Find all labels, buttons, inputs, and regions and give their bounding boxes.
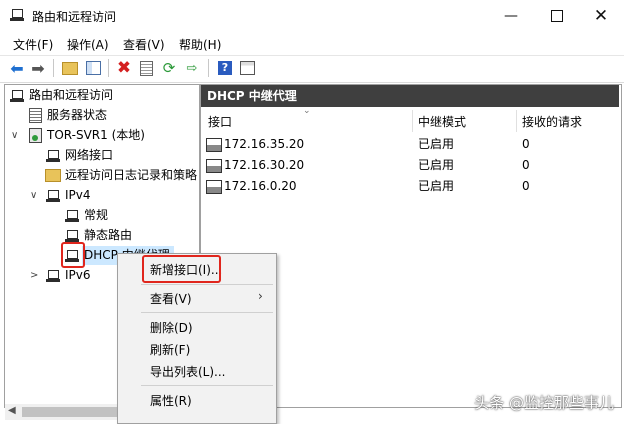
cell-requests: 0 bbox=[522, 137, 530, 151]
tree-item-label: IPv6 bbox=[65, 268, 91, 282]
cell-mode: 已启用 bbox=[418, 137, 455, 151]
expand-chevron-icon[interactable]: > bbox=[30, 270, 38, 281]
menu-separator bbox=[141, 312, 273, 313]
network-protocol-icon bbox=[45, 187, 61, 203]
scroll-left-icon[interactable]: ◀ bbox=[8, 405, 16, 416]
tree-item-label: 静态路由 bbox=[84, 228, 133, 242]
tree-item-ipv6[interactable]: IPv6 bbox=[45, 265, 91, 285]
properties-icon[interactable] bbox=[137, 59, 155, 77]
menu-file[interactable]: 文件(F) bbox=[13, 36, 53, 53]
forward-arrow-icon[interactable]: ➡ bbox=[29, 59, 47, 78]
menu-separator bbox=[141, 385, 273, 386]
column-separator[interactable] bbox=[412, 110, 413, 132]
network-protocol-icon bbox=[64, 227, 80, 243]
column-header-requests[interactable]: 接收的请求 bbox=[522, 112, 582, 132]
console-icon[interactable] bbox=[238, 59, 256, 77]
tree-item-network-interfaces[interactable]: 网络接口 bbox=[45, 145, 113, 165]
tree-item-label: 服务器状态 bbox=[47, 108, 108, 122]
watermark-text: 头条 @监控那些事儿 bbox=[474, 394, 614, 412]
tree-item-general[interactable]: 常规 bbox=[64, 205, 108, 225]
show-hide-tree-icon[interactable] bbox=[84, 59, 102, 77]
tree-item-label: 网络接口 bbox=[65, 148, 114, 162]
tree-item-label: 路由和远程访问 bbox=[29, 88, 114, 102]
sort-chevron-icon: ⌄ bbox=[303, 106, 311, 116]
menu-item-export-list[interactable]: 导出列表(L)... bbox=[150, 363, 226, 380]
cell-mode: 已启用 bbox=[418, 158, 455, 172]
new-interface-highlight-box bbox=[142, 255, 221, 283]
app-icon bbox=[10, 8, 24, 21]
tree-item-label: 远程访问日志记录和策略 bbox=[65, 168, 198, 182]
menu-item-delete[interactable]: 删除(D) bbox=[150, 319, 193, 336]
tree-item-root[interactable]: 路由和远程访问 bbox=[9, 85, 113, 105]
table-row-icon bbox=[206, 155, 222, 175]
menu-action[interactable]: 操作(A) bbox=[67, 36, 109, 53]
tree-item-label: IPv4 bbox=[65, 188, 91, 202]
computer-icon bbox=[9, 87, 25, 103]
export-list-icon[interactable]: ⇨ bbox=[183, 59, 201, 77]
collapse-chevron-icon[interactable]: ∨ bbox=[30, 190, 37, 201]
collapse-chevron-icon[interactable]: ∨ bbox=[11, 130, 18, 141]
list-title-bar: DHCP 中继代理 bbox=[201, 85, 619, 107]
menu-item-view[interactable]: 查看(V) bbox=[150, 290, 192, 307]
table-row-icon bbox=[206, 176, 222, 196]
server-list-icon bbox=[27, 107, 43, 123]
column-separator[interactable] bbox=[516, 110, 517, 132]
refresh-icon[interactable]: ⟳ bbox=[160, 59, 178, 77]
network-protocol-icon bbox=[45, 267, 61, 283]
cell-requests: 0 bbox=[522, 158, 530, 172]
server-icon bbox=[27, 127, 43, 143]
close-icon[interactable]: ✕ bbox=[578, 0, 624, 32]
minimize-icon[interactable]: — bbox=[488, 0, 534, 32]
help-icon[interactable]: ? bbox=[216, 59, 234, 77]
menu-item-refresh[interactable]: 刷新(F) bbox=[150, 341, 190, 358]
cell-mode: 已启用 bbox=[418, 179, 455, 193]
tree-item-label: 常规 bbox=[84, 208, 109, 222]
toolbar-separator bbox=[108, 59, 109, 77]
delete-icon[interactable]: ✖ bbox=[115, 58, 133, 78]
tree-item-server[interactable]: TOR-SVR1 (本地) bbox=[27, 125, 145, 145]
window-title: 路由和远程访问 bbox=[32, 10, 117, 24]
up-folder-icon[interactable] bbox=[61, 59, 79, 77]
tree-item-ipv4[interactable]: IPv4 bbox=[45, 185, 91, 205]
folder-icon bbox=[45, 167, 61, 183]
menu-item-properties[interactable]: 属性(R) bbox=[150, 392, 192, 409]
column-header-relay-mode[interactable]: 中继模式 bbox=[418, 112, 466, 132]
cell-interface: 172.16.30.20 bbox=[224, 158, 305, 172]
menu-view[interactable]: 查看(V) bbox=[123, 36, 165, 53]
menu-separator bbox=[141, 284, 273, 285]
column-header-interface[interactable]: 接口 bbox=[208, 112, 232, 132]
tree-item-label: TOR-SVR1 (本地) bbox=[47, 128, 145, 142]
tree-item-server-status[interactable]: 服务器状态 bbox=[27, 105, 107, 125]
back-arrow-icon[interactable]: ⬅ bbox=[8, 59, 26, 78]
table-row-icon bbox=[206, 134, 222, 154]
submenu-arrow-icon: › bbox=[258, 289, 263, 303]
cell-interface: 172.16.35.20 bbox=[224, 137, 305, 151]
toolbar-separator bbox=[53, 59, 54, 77]
toolbar-separator bbox=[208, 59, 209, 77]
cell-interface: 172.16.0.20 bbox=[224, 179, 297, 193]
network-interface-icon bbox=[45, 147, 61, 163]
cell-requests: 0 bbox=[522, 179, 530, 193]
maximize-icon[interactable] bbox=[534, 0, 580, 32]
tree-item-remote-logging[interactable]: 远程访问日志记录和策略 bbox=[45, 165, 197, 185]
network-protocol-icon bbox=[64, 207, 80, 223]
menu-help[interactable]: 帮助(H) bbox=[179, 36, 221, 53]
